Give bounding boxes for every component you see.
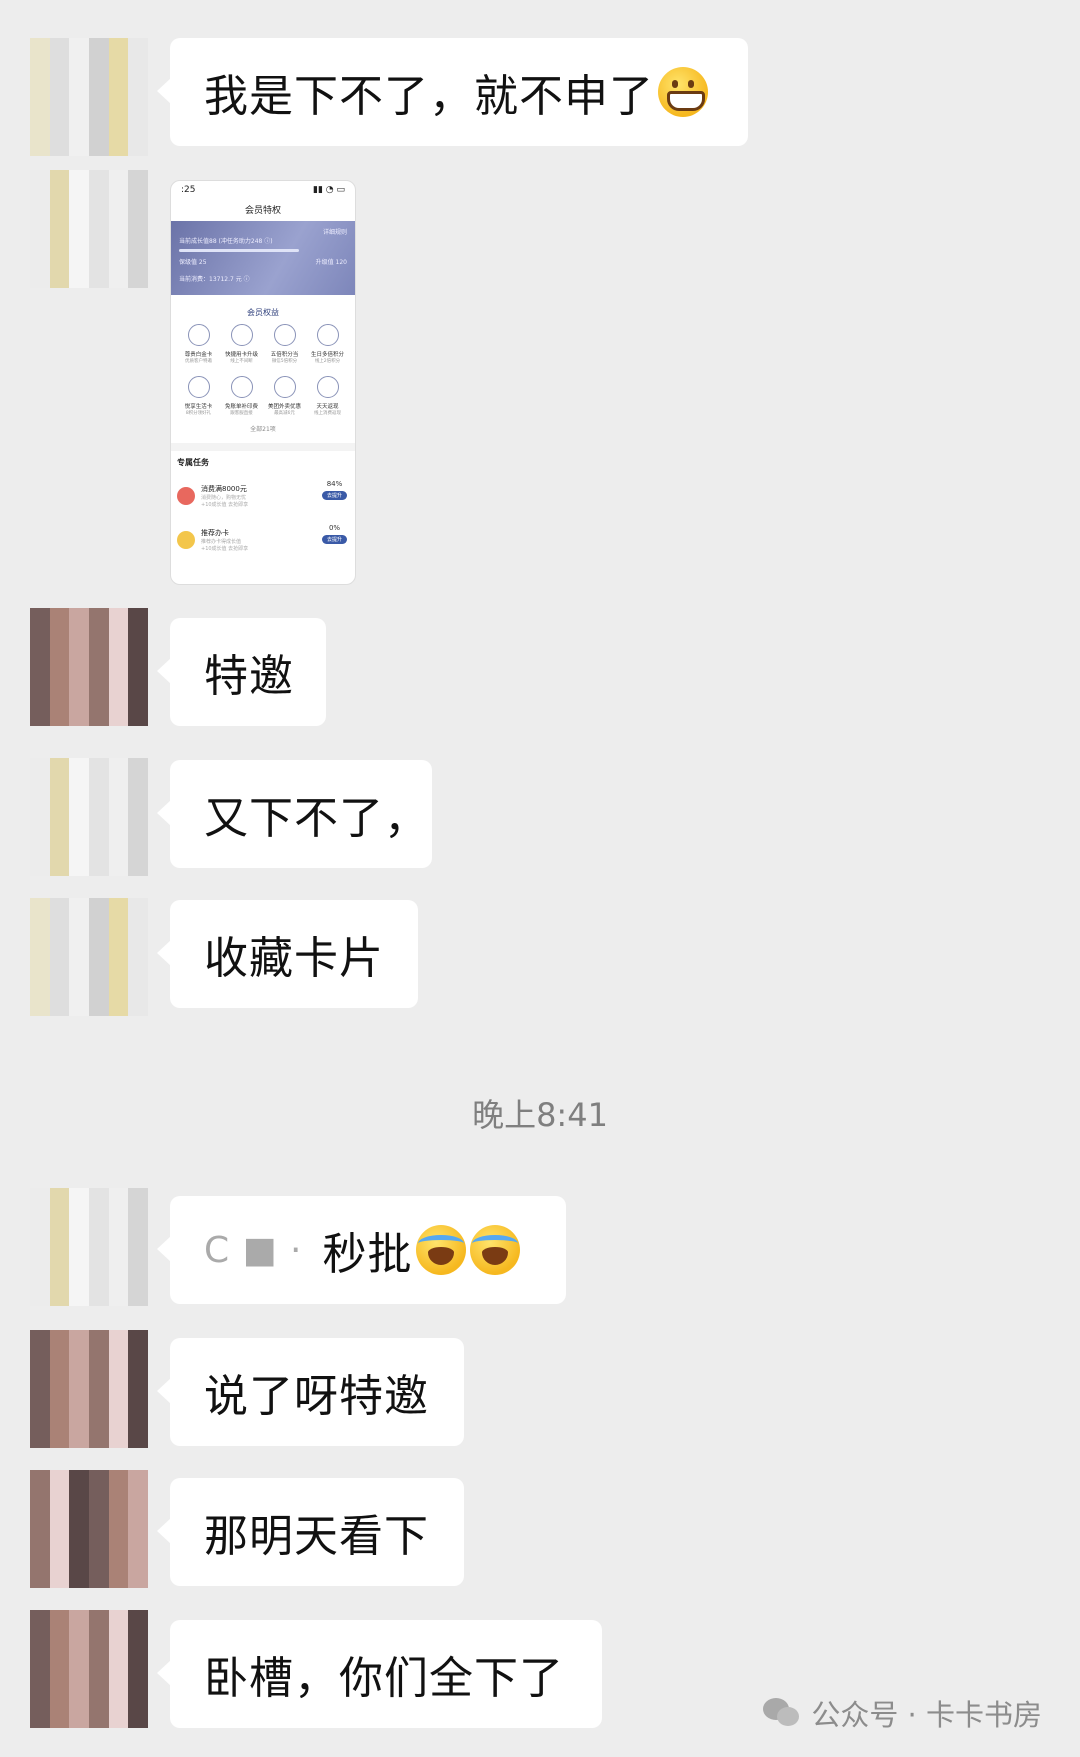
task-percent: 0% bbox=[328, 524, 341, 532]
cashback-icon bbox=[316, 376, 339, 398]
screenshot-title: 会员特权 bbox=[244, 206, 281, 216]
screenshot-tasks-title: 专属任务 bbox=[177, 458, 209, 467]
benefit-item: 生日多倍积分 线上2倍积分 bbox=[306, 324, 349, 364]
benefit-grid: 尊贵白金卡 优质客户特邀 快捷用卡升级 线上不间断 五倍积分当 微信5倍积分 生日多倍… bbox=[171, 324, 355, 416]
benefit-item: 美团外卖优惠 最高减6元 bbox=[263, 376, 306, 416]
battery-icon: ▮▮ ◔ ▭ bbox=[313, 185, 345, 195]
screenshot-banner: 详细规则 当前成长值88 (冲任务助力248 ⓘ) 保级值 25 升级值 120… bbox=[171, 221, 355, 295]
message-text: 那明天看下 bbox=[204, 1511, 429, 1562]
wallet-icon bbox=[187, 376, 210, 398]
food-icon bbox=[273, 376, 296, 398]
benefit-item: 快捷用卡升级 线上不间断 bbox=[220, 324, 263, 364]
avatar[interactable] bbox=[30, 38, 148, 156]
task-icon bbox=[177, 531, 195, 549]
benefit-label: 快捷用卡升级 bbox=[224, 352, 258, 358]
watermark: 公众号 · 卡卡书房 bbox=[763, 1692, 1042, 1734]
benefit-sub: 线上2倍积分 bbox=[314, 359, 341, 364]
message-text: 卧槽，你们全下了 bbox=[204, 1653, 564, 1704]
benefit-item: 免账单补印费 跟客服直接 bbox=[220, 376, 263, 416]
benefit-sub: 8积分领好礼 bbox=[185, 411, 212, 416]
screenshot-upgrade-level: 升级值 120 bbox=[315, 259, 347, 266]
task-title: 推荐办卡 bbox=[201, 529, 229, 537]
wechat-icon bbox=[763, 1698, 801, 1728]
screenshot-spend-text: 当前消费：13712.7 元 ⓘ bbox=[179, 276, 250, 283]
cake-icon bbox=[316, 324, 339, 346]
benefit-label: 美团外卖优惠 bbox=[267, 404, 301, 410]
message-prefix: C ■ · bbox=[204, 1229, 303, 1271]
chat-area: 我是下不了，就不申了 :25 ▮▮ ◔ ▭ 会员特权 详细规则 当前成长值88 … bbox=[0, 0, 1080, 1757]
message-text: 我是下不了，就不申了 bbox=[204, 71, 654, 122]
screenshot-section-title: 会员权益 bbox=[247, 308, 279, 317]
benefit-label: 悦享生活卡 bbox=[184, 404, 213, 410]
screenshot-more-link: 全部21项 bbox=[250, 426, 276, 433]
bill-icon bbox=[230, 376, 253, 398]
avatar[interactable] bbox=[30, 608, 148, 726]
task-icon bbox=[177, 487, 195, 505]
screenshot-time: :25 bbox=[181, 185, 196, 195]
benefit-label: 免账单补印费 bbox=[224, 404, 258, 410]
cry-emoji-icon bbox=[416, 1225, 467, 1275]
message-bubble[interactable]: 我是下不了，就不申了 bbox=[157, 38, 748, 146]
task-progress: 84% 去提升 bbox=[321, 480, 347, 500]
message-text: 说了呀特邀 bbox=[204, 1371, 429, 1422]
benefit-sub: 跟客服直接 bbox=[230, 411, 253, 416]
avatar[interactable] bbox=[30, 898, 148, 1016]
task-desc: 消费随心，购物无忧 bbox=[201, 495, 247, 501]
task-title: 消费满8000元 bbox=[201, 485, 247, 493]
cry-emoji-icon bbox=[470, 1225, 521, 1275]
message-bubble[interactable]: 又下不了， bbox=[157, 760, 432, 868]
message-bubble[interactable]: 那明天看下 bbox=[157, 1478, 464, 1586]
upgrade-icon bbox=[230, 324, 253, 346]
benefit-sub: 最高减6元 bbox=[274, 411, 295, 416]
task-progress: 0% 去提升 bbox=[321, 524, 347, 544]
grin-emoji-icon bbox=[658, 67, 708, 117]
message-bubble[interactable]: 说了呀特邀 bbox=[157, 1338, 464, 1446]
watermark-text: 公众号 · 卡卡书房 bbox=[811, 1698, 1042, 1732]
growth-progress-bar bbox=[179, 249, 299, 252]
message-text: 又下不了， bbox=[204, 793, 429, 844]
benefit-item: 尊贵白金卡 优质客户特邀 bbox=[177, 324, 220, 364]
benefit-sub: 线上不间断 bbox=[230, 359, 253, 364]
benefit-sub: 微信5倍积分 bbox=[271, 359, 298, 364]
screenshot-growth-text: 当前成长值88 (冲任务助力248 ⓘ) bbox=[179, 238, 273, 245]
benefit-item: 悦享生活卡 8积分领好礼 bbox=[177, 376, 220, 416]
benefit-sub: 优质客户特邀 bbox=[185, 359, 212, 364]
screenshot-status-bar: :25 ▮▮ ◔ ▭ bbox=[171, 181, 355, 203]
divider bbox=[171, 443, 355, 451]
screenshot-rule-link: 详细规则 bbox=[322, 229, 347, 236]
avatar[interactable] bbox=[30, 1330, 148, 1448]
benefit-item: 天天返现 线上消费返现 bbox=[306, 376, 349, 416]
timestamp: 晚上8:41 bbox=[472, 1096, 608, 1134]
benefit-sub: 线上消费返现 bbox=[314, 411, 341, 416]
avatar[interactable] bbox=[30, 170, 148, 288]
avatar[interactable] bbox=[30, 1188, 148, 1306]
benefit-label: 天天返现 bbox=[316, 404, 339, 410]
avatar[interactable] bbox=[30, 1470, 148, 1588]
message-bubble[interactable]: 特邀 bbox=[157, 618, 326, 726]
message-bubble[interactable]: C ■ · 秒批 bbox=[157, 1196, 566, 1304]
message-text: 秒批 bbox=[322, 1229, 413, 1280]
task-tags: +10成长值 去抢即享 bbox=[201, 502, 249, 508]
task-button: 去提升 bbox=[321, 491, 347, 500]
message-text: 收藏卡片 bbox=[204, 933, 384, 984]
message-bubble[interactable]: 收藏卡片 bbox=[157, 900, 418, 1008]
points-icon bbox=[273, 324, 296, 346]
task-item: 消费满8000元 消费随心，购物无忧 +10成长值 去抢即享 84% 去提升 bbox=[171, 474, 355, 518]
benefit-item: 五倍积分当 微信5倍积分 bbox=[263, 324, 306, 364]
benefit-label: 五倍积分当 bbox=[270, 352, 299, 358]
image-message[interactable]: :25 ▮▮ ◔ ▭ 会员特权 详细规则 当前成长值88 (冲任务助力248 ⓘ… bbox=[170, 180, 356, 585]
avatar[interactable] bbox=[30, 758, 148, 876]
avatar[interactable] bbox=[30, 1610, 148, 1728]
task-button: 去提升 bbox=[321, 535, 347, 544]
benefit-label: 尊贵白金卡 bbox=[184, 352, 213, 358]
task-percent: 84% bbox=[326, 480, 343, 488]
benefit-label: 生日多倍积分 bbox=[310, 352, 344, 358]
card-icon bbox=[187, 324, 210, 346]
task-desc: 推荐办卡得成长值 bbox=[201, 539, 242, 545]
message-bubble[interactable]: 卧槽，你们全下了 bbox=[157, 1620, 602, 1728]
screenshot-keep-level: 保级值 25 bbox=[179, 259, 207, 266]
task-tags: +10成长值 去抢即享 bbox=[201, 546, 249, 552]
message-text: 特邀 bbox=[204, 651, 294, 702]
task-item: 推荐办卡 推荐办卡得成长值 +10成长值 去抢即享 0% 去提升 bbox=[171, 518, 355, 562]
